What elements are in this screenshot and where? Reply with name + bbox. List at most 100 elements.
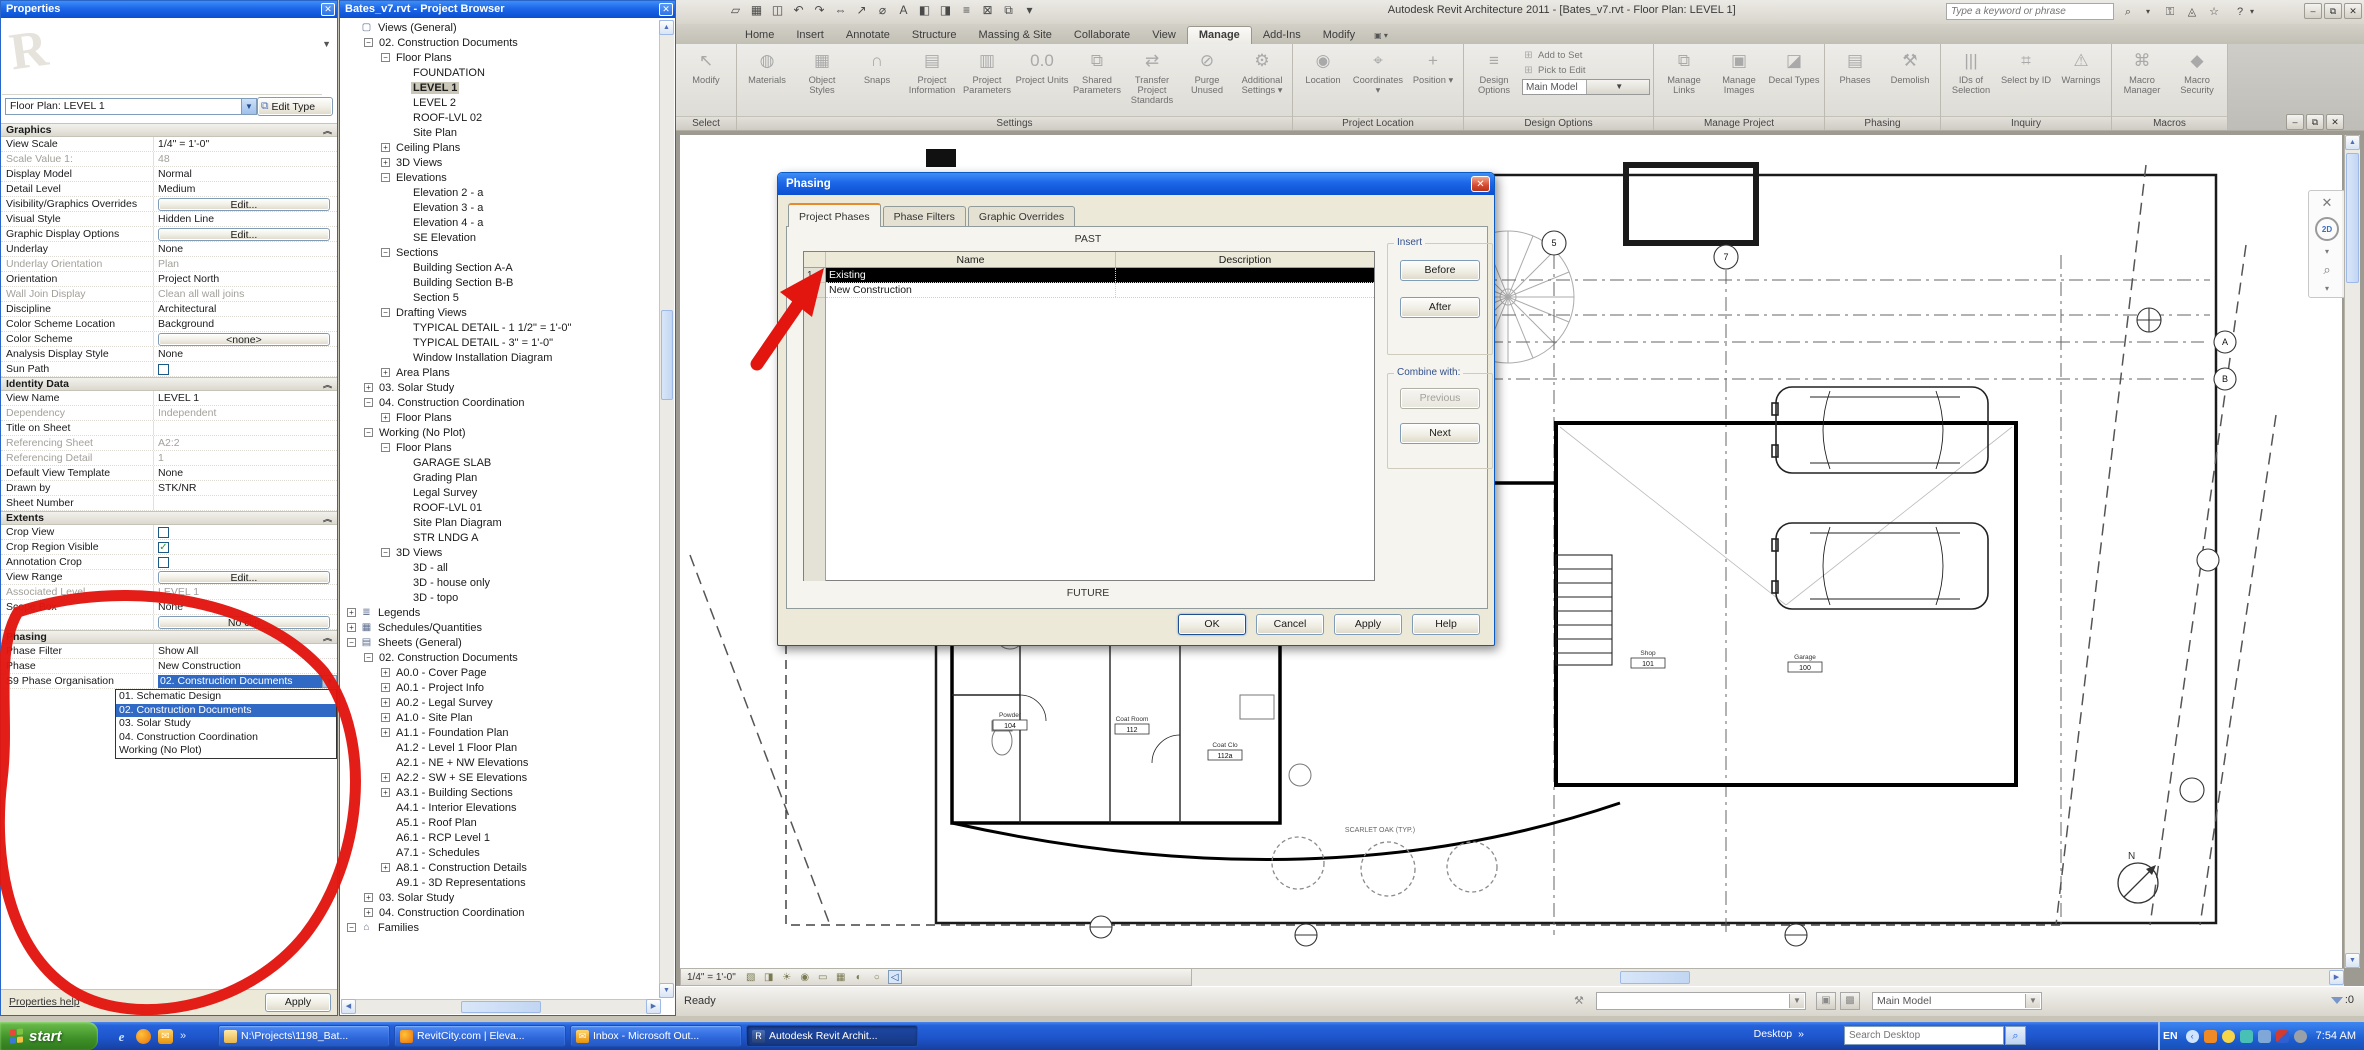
tree-item-03-solar-study[interactable]: +03. Solar Study: [341, 380, 659, 395]
ok-button[interactable]: OK: [1178, 614, 1246, 635]
preview-dropdown-icon[interactable]: ▼: [322, 39, 331, 49]
desktop-search-icon[interactable]: ⌕: [2005, 1026, 2026, 1045]
tree-item-a2-1-ne-nw-elevations[interactable]: A2.1 - NE + NW Elevations: [341, 755, 659, 770]
view-minimize-icon[interactable]: –: [2286, 114, 2304, 130]
property-checkbox[interactable]: [158, 556, 169, 568]
property-value[interactable]: [153, 555, 337, 569]
property-value[interactable]: Normal: [153, 167, 337, 181]
tab-home[interactable]: Home: [734, 27, 785, 44]
close-icon[interactable]: ✕: [2344, 3, 2362, 19]
ribbon-button-transfer-project-standards[interactable]: ⇄ Transfer Project Standards: [1125, 47, 1179, 106]
navbar-close-icon[interactable]: ✕: [2322, 195, 2333, 211]
tree-item-a6-1-rcp-level-1[interactable]: A6.1 - RCP Level 1: [341, 830, 659, 845]
property-value[interactable]: [153, 496, 337, 510]
expand-icon[interactable]: +: [381, 773, 390, 782]
edit-type-button[interactable]: ⧉ Edit Type: [257, 97, 333, 116]
redo-icon[interactable]: ↷: [812, 3, 827, 18]
tree-item-3d-all[interactable]: 3D - all: [341, 560, 659, 575]
ribbon-button-snaps[interactable]: ∩ Snaps: [850, 47, 904, 85]
collapse-icon[interactable]: −: [381, 443, 390, 452]
dropdown-option[interactable]: 02. Construction Documents: [116, 703, 336, 717]
expand-icon[interactable]: +: [364, 383, 373, 392]
ribbon-button-macro-manager[interactable]: ⌘ Macro Manager: [2115, 47, 2169, 95]
tree-item-site-plan-diagram[interactable]: Site Plan Diagram: [341, 515, 659, 530]
tree-item-a0-0-cover-page[interactable]: + A0.0 - Cover Page: [341, 665, 659, 680]
tree-item-04-construction-coordination[interactable]: −04. Construction Coordination: [341, 395, 659, 410]
property-value[interactable]: 1/4" = 1'-0": [153, 137, 337, 151]
tree-item-str-lndg-a[interactable]: STR LNDG A: [341, 530, 659, 545]
zoom-dropdown-icon[interactable]: ▾: [2325, 284, 2329, 293]
tree-item-roof-lvl-02[interactable]: ROOF-LVL 02: [341, 110, 659, 125]
scroll-right-icon[interactable]: ▶: [646, 999, 661, 1014]
property-value[interactable]: LEVEL 1: [153, 391, 337, 405]
vscroll-thumb[interactable]: [2346, 153, 2359, 283]
tree-item-elevation-3-a[interactable]: Elevation 3 - a: [341, 200, 659, 215]
tree-item-floor-plans[interactable]: − Floor Plans: [341, 440, 659, 455]
tree-item-working-no-plot[interactable]: − Working (No Plot): [341, 425, 659, 440]
phase-name-cell[interactable]: Existing: [826, 268, 1116, 282]
property-value[interactable]: None: [153, 466, 337, 480]
collapse-icon[interactable]: −: [381, 548, 390, 557]
tree-item-a8-1-construction-details[interactable]: + A8.1 - Construction Details: [341, 860, 659, 875]
ribbon-button-select-by-id[interactable]: ⌗ Select by ID: [1999, 47, 2053, 85]
tree-item-se-elevation[interactable]: SE Elevation: [341, 230, 659, 245]
tab-massing-site[interactable]: Massing & Site: [968, 27, 1063, 44]
keyword-search-input[interactable]: [1946, 3, 2114, 20]
dialog-title-bar[interactable]: Phasing ✕: [778, 173, 1494, 195]
tree-item-a9-1-3d-representations[interactable]: A9.1 - 3D Representations: [341, 875, 659, 890]
expand-icon[interactable]: +: [381, 683, 390, 692]
design-options-dropdown[interactable]: Main Model ▼: [1872, 992, 2042, 1010]
close-icon[interactable]: ✕: [321, 3, 335, 16]
collapse-chevron-icon[interactable]: ︽: [323, 632, 332, 642]
tab-view[interactable]: View: [1141, 27, 1187, 44]
tree-item-a1-2-level-1-floor-plan[interactable]: A1.2 - Level 1 Floor Plan: [341, 740, 659, 755]
property-value[interactable]: ✓: [153, 540, 337, 554]
tab-manage[interactable]: Manage: [1186, 26, 1252, 44]
property-group-identity-data[interactable]: Identity Data ︽: [1, 377, 337, 391]
property-value[interactable]: <none>: [153, 332, 337, 346]
tree-item-sections[interactable]: − Sections: [341, 245, 659, 260]
tree-item-families[interactable]: − ⌂ Families: [341, 920, 659, 935]
temporary-hide-isolate-icon[interactable]: ◐: [852, 970, 866, 984]
apply-button[interactable]: Apply: [1334, 614, 1402, 635]
expand-icon[interactable]: +: [381, 713, 390, 722]
search-dropdown-icon[interactable]: ▾: [2140, 4, 2156, 20]
expand-icon[interactable]: +: [381, 158, 390, 167]
active-design-option-dropdown[interactable]: Main Model ▼: [1522, 79, 1650, 95]
collapse-icon[interactable]: −: [347, 923, 356, 932]
tree-item-typical-detail-3-1-0[interactable]: TYPICAL DETAIL - 3" = 1'-0": [341, 335, 659, 350]
gray-inactive-toggle[interactable]: ▩: [1840, 992, 1860, 1010]
ribbon-button-materials[interactable]: ◍ Materials: [740, 47, 794, 85]
search-icon[interactable]: [2257, 1029, 2271, 1043]
ribbon-button-shared-parameters[interactable]: ⧉ Shared Parameters: [1070, 47, 1124, 95]
collapse-icon[interactable]: −: [381, 248, 390, 257]
open-file-icon[interactable]: ▱: [728, 3, 743, 18]
expand-icon[interactable]: +: [381, 143, 390, 152]
horizontal-scrollbar[interactable]: ▶: [1190, 968, 2344, 986]
phase-organisation-value[interactable]: 02. Construction Documents: [158, 674, 322, 688]
property-value[interactable]: [153, 362, 337, 376]
tab-overflow-icon[interactable]: ▣ ▾: [1374, 31, 1388, 44]
steering-wheel-icon[interactable]: 2D: [2315, 217, 2339, 241]
taskbar-window-revitcity-com-eleva[interactable]: RevitCity.com | Eleva...: [394, 1025, 566, 1047]
tab-modify[interactable]: Modify: [1312, 27, 1366, 44]
collapse-icon[interactable]: −: [364, 653, 373, 662]
collapse-chevron-icon[interactable]: ︽: [323, 125, 332, 135]
tree-item-level-2[interactable]: LEVEL 2: [341, 95, 659, 110]
expand-icon[interactable]: +: [381, 668, 390, 677]
tree-item-a1-0-site-plan[interactable]: + A1.0 - Site Plan: [341, 710, 659, 725]
dropdown-option[interactable]: Working (No Plot): [116, 744, 336, 758]
phase-row[interactable]: Existing: [826, 268, 1374, 283]
show-crop-region-icon[interactable]: ▦: [834, 970, 848, 984]
phase-description-cell[interactable]: [1116, 268, 1374, 282]
hscroll-thumb[interactable]: [461, 1001, 541, 1013]
phase-organisation-dropdown-list[interactable]: 01. Schematic Design 02. Construction Doc…: [115, 689, 337, 759]
expand-icon[interactable]: +: [381, 368, 390, 377]
expand-icon[interactable]: +: [347, 608, 356, 617]
dropdown-option[interactable]: 01. Schematic Design: [116, 690, 336, 704]
tree-item-a7-1-schedules[interactable]: A7.1 - Schedules: [341, 845, 659, 860]
updates-icon[interactable]: [2293, 1029, 2307, 1043]
close-hidden-windows-icon[interactable]: ⊠: [980, 3, 995, 18]
ribbon-button-pick-to-edit[interactable]: ⊞ Pick to Edit: [1522, 64, 1650, 77]
insert-after-button[interactable]: After: [1400, 297, 1480, 318]
